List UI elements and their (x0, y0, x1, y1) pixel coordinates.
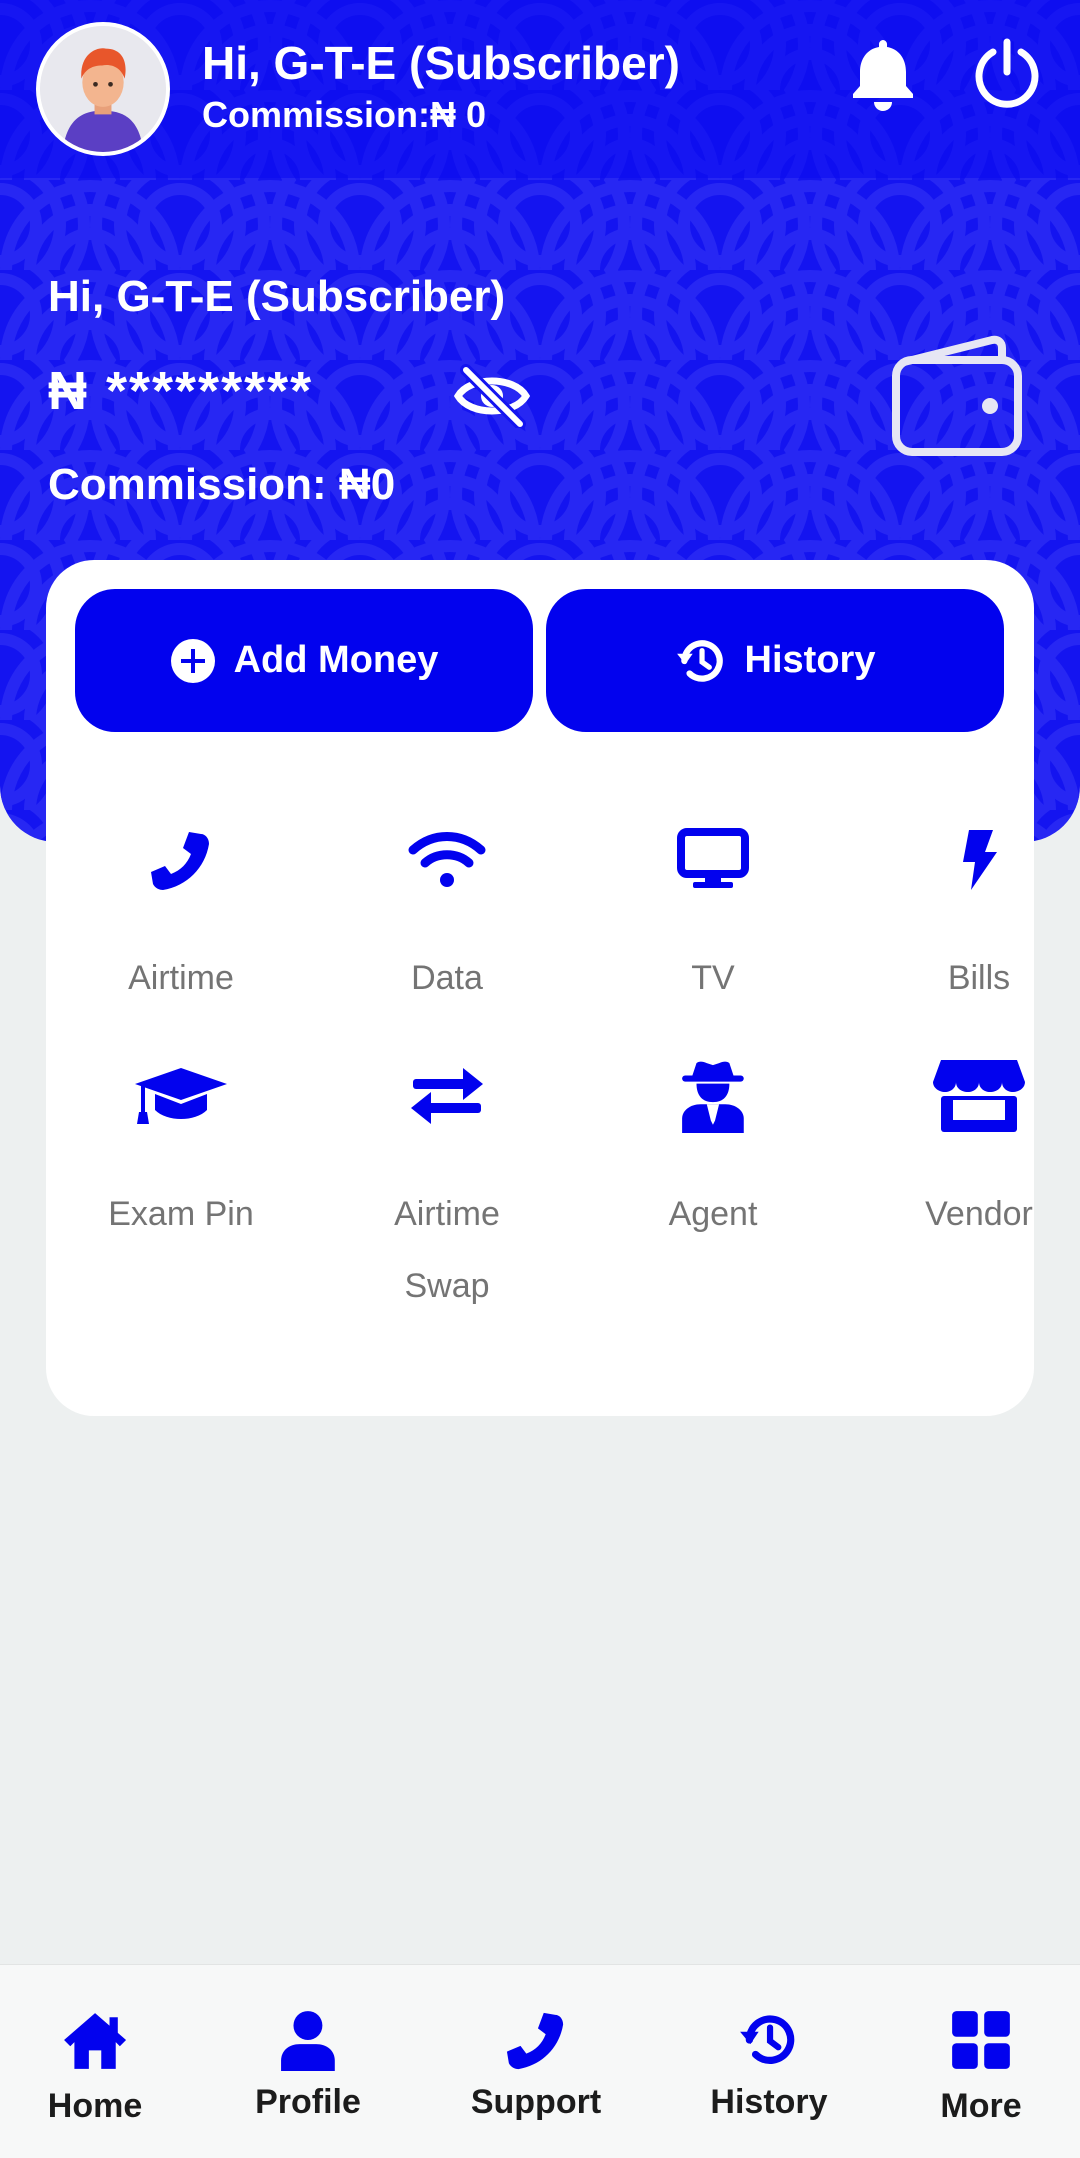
nav-label: More (940, 2087, 1022, 2125)
balance-commission: Commission: ₦0 (48, 460, 396, 509)
user-avatar-icon (40, 26, 166, 152)
add-money-button[interactable]: Add Money (75, 589, 533, 732)
history-icon (676, 639, 723, 682)
eye-slash-icon[interactable] (452, 364, 532, 428)
add-money-label: Add Money (233, 639, 439, 681)
services-card: Add Money History Airtime Data TV Bills … (46, 560, 1034, 1416)
service-label: Data (411, 959, 483, 997)
service-agent[interactable]: Agent (593, 1056, 833, 1250)
nav-history[interactable]: History (669, 2001, 869, 2122)
service-label: Vendor (925, 1195, 1033, 1233)
service-label: Bills (947, 959, 1011, 997)
history-button[interactable]: History (546, 589, 1004, 732)
bottom-navigation: Home Profile Support History More (0, 1964, 1080, 2158)
history-icon (740, 2015, 795, 2064)
service-label: Exam Pin (108, 1195, 254, 1233)
service-label: Agent (668, 1195, 758, 1233)
balance-amount: ₦ ********* (48, 361, 314, 421)
user-icon (281, 2011, 335, 2071)
header-greeting: Hi, G-T-E (Subscriber) (202, 37, 680, 89)
nav-home[interactable]: Home (0, 2001, 195, 2126)
agent-icon (682, 1061, 744, 1133)
bell-icon[interactable] (850, 36, 916, 112)
service-tv[interactable]: TV (593, 820, 833, 1014)
wallet-icon (892, 335, 1022, 456)
nav-label: History (710, 2083, 828, 2121)
nav-label: Home (47, 2087, 143, 2125)
service-airtime[interactable]: Airtime (61, 820, 301, 1014)
phone-icon (151, 832, 209, 890)
service-vendor[interactable]: Vendor (859, 1056, 1080, 1250)
plus-circle-icon (170, 638, 215, 683)
service-exam-pin[interactable]: Exam Pin (61, 1056, 301, 1250)
nav-support[interactable]: Support (436, 2001, 636, 2122)
bolt-icon (963, 830, 997, 890)
service-bills[interactable]: Bills (859, 820, 1080, 1014)
phone-icon (506, 2012, 564, 2070)
nav-label: Profile (255, 2083, 361, 2121)
graduation-cap-icon (135, 1068, 227, 1124)
store-icon (933, 1060, 1025, 1132)
history-label: History (744, 639, 876, 681)
tv-icon (677, 828, 749, 888)
service-label: Airtime Swap (394, 1195, 500, 1305)
service-label: TV (691, 959, 735, 997)
wifi-icon (408, 832, 486, 887)
nav-label: Support (470, 2083, 602, 2121)
nav-more[interactable]: More (881, 2001, 1080, 2126)
grid-icon (952, 2011, 1010, 2069)
home-icon (64, 2013, 126, 2069)
power-icon[interactable] (972, 38, 1042, 108)
service-airtime-swap[interactable]: Airtime Swap (327, 1056, 567, 1322)
nav-profile[interactable]: Profile (208, 2001, 408, 2122)
service-label: Airtime (128, 959, 234, 997)
balance-greeting: Hi, G-T-E (Subscriber) (48, 272, 506, 321)
user-avatar[interactable] (36, 22, 170, 156)
swap-arrows-icon (411, 1068, 483, 1124)
service-data[interactable]: Data (327, 820, 567, 1014)
header-commission: Commission:₦ 0 (202, 94, 487, 135)
